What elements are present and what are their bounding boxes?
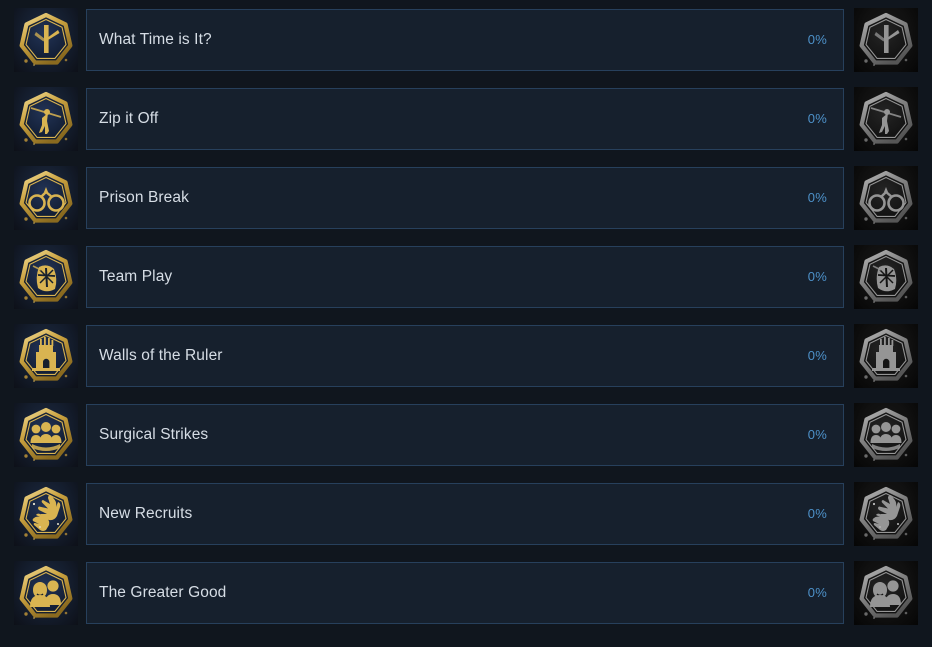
achievement-row[interactable]: Zip it Off 0%: [0, 79, 932, 158]
achievement-title: What Time is It?: [99, 30, 212, 48]
two-figures-badge-locked-icon: [854, 560, 918, 625]
achievement-panel[interactable]: Zip it Off 0%: [86, 87, 844, 150]
handcuffs-badge-icon: [14, 165, 78, 230]
reaching-hands-badge-locked-icon: [854, 481, 918, 546]
achievement-list: What Time is It? 0% Zip it Off 0% Prison Bre…: [0, 0, 932, 632]
achievement-title: Zip it Off: [99, 109, 159, 127]
clock-hand-badge-locked-icon: [854, 7, 918, 72]
achievement-panel[interactable]: The Greater Good 0%: [86, 561, 844, 624]
achievement-progress-percent: 0%: [807, 506, 827, 521]
achievement-progress-percent: 0%: [807, 427, 827, 442]
two-figures-badge-icon: [14, 560, 78, 625]
zipline-figure-badge-icon: [14, 86, 78, 151]
achievement-title: New Recruits: [99, 504, 193, 522]
clock-hand-badge-icon: [14, 7, 78, 72]
achievement-panel[interactable]: Surgical Strikes 0%: [86, 403, 844, 466]
handcuffs-badge-locked-icon: [854, 165, 918, 230]
achievement-row[interactable]: New Recruits 0%: [0, 474, 932, 553]
achievement-progress-percent: 0%: [807, 269, 827, 284]
reaching-hands-badge-icon: [14, 481, 78, 546]
castle-tower-badge-icon: [14, 323, 78, 388]
achievement-title: The Greater Good: [99, 583, 227, 601]
achievement-progress-percent: 0%: [807, 348, 827, 363]
achievement-panel[interactable]: Walls of the Ruler 0%: [86, 324, 844, 387]
achievement-row[interactable]: What Time is It? 0%: [0, 0, 932, 79]
achievement-panel[interactable]: Team Play 0%: [86, 245, 844, 308]
achievement-progress-percent: 0%: [807, 190, 827, 205]
three-figures-badge-icon: [14, 402, 78, 467]
zipline-figure-badge-locked-icon: [854, 86, 918, 151]
achievement-panel[interactable]: What Time is It? 0%: [86, 8, 844, 71]
achievement-panel[interactable]: Prison Break 0%: [86, 166, 844, 229]
castle-tower-badge-locked-icon: [854, 323, 918, 388]
achievement-row[interactable]: Prison Break 0%: [0, 158, 932, 237]
achievement-title: Walls of the Ruler: [99, 346, 223, 364]
achievement-title: Prison Break: [99, 188, 189, 206]
achievement-title: Team Play: [99, 267, 173, 285]
achievement-panel[interactable]: New Recruits 0%: [86, 482, 844, 545]
team-emblem-badge-locked-icon: [854, 244, 918, 309]
achievement-progress-percent: 0%: [807, 585, 827, 600]
achievement-title: Surgical Strikes: [99, 425, 209, 443]
achievement-progress-percent: 0%: [807, 32, 827, 47]
achievement-row[interactable]: The Greater Good 0%: [0, 553, 932, 632]
achievement-row[interactable]: Walls of the Ruler 0%: [0, 316, 932, 395]
three-figures-badge-locked-icon: [854, 402, 918, 467]
team-emblem-badge-icon: [14, 244, 78, 309]
achievement-row[interactable]: Team Play 0%: [0, 237, 932, 316]
achievement-progress-percent: 0%: [807, 111, 827, 126]
achievement-row[interactable]: Surgical Strikes 0%: [0, 395, 932, 474]
